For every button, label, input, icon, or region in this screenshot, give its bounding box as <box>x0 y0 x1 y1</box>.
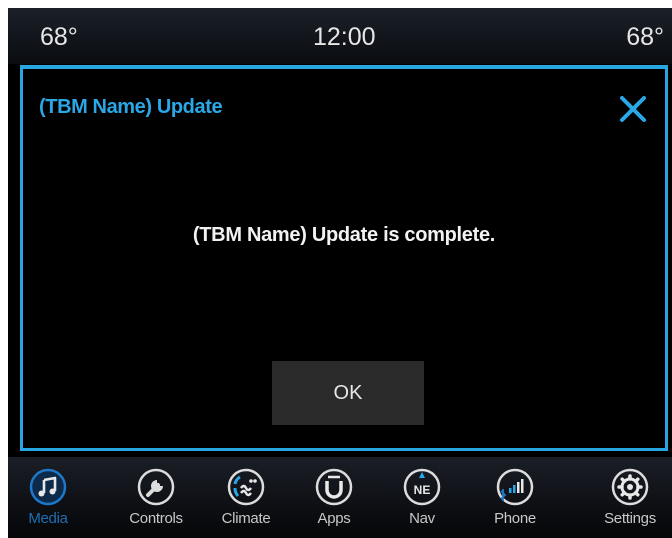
uconnect-icon <box>315 468 353 506</box>
music-note-icon <box>29 468 67 506</box>
nav-item-climate[interactable]: Climate <box>206 467 286 527</box>
driver-temperature[interactable]: 68° <box>40 23 78 52</box>
update-dialog: (TBM Name) Update (TBM Name) Update is c… <box>20 65 668 451</box>
status-bar: 68° 12:00 68° <box>8 8 672 64</box>
clock: 12:00 <box>313 23 376 51</box>
climate-fan-icon <box>227 468 265 506</box>
nav-label-controls: Controls <box>129 510 183 527</box>
nav-label-media: Media <box>28 510 68 527</box>
passenger-temperature[interactable]: 68° <box>626 23 664 52</box>
svg-text:NE: NE <box>414 483 431 497</box>
gear-icon <box>611 468 649 506</box>
ok-button[interactable]: OK <box>272 361 424 425</box>
wrench-icon <box>137 468 175 506</box>
nav-item-controls[interactable]: Controls <box>116 467 196 527</box>
nav-item-apps[interactable]: Apps <box>294 467 374 527</box>
compass-ne-icon: NE <box>403 468 441 506</box>
nav-item-phone[interactable]: Phone <box>475 467 555 527</box>
nav-label-settings: Settings <box>604 510 656 527</box>
update-complete-message: (TBM Name) Update is complete. <box>192 224 496 246</box>
nav-label-apps: Apps <box>317 510 351 527</box>
nav-label-climate: Climate <box>221 510 271 527</box>
nav-item-settings[interactable]: Settings <box>590 467 670 527</box>
nav-item-media[interactable]: Media <box>8 467 88 527</box>
nav-label-phone: Phone <box>494 510 536 527</box>
dialog-title: (TBM Name) Update <box>39 96 223 118</box>
nav-label-nav: Nav <box>409 510 435 527</box>
phone-signal-icon <box>496 468 534 506</box>
close-icon[interactable] <box>613 89 653 129</box>
bottom-nav-bar: Media Controls Climate Apps NE Nav Phone… <box>8 457 672 538</box>
head-unit-screen: 68° 12:00 68° (TBM Name) Update (TBM Nam… <box>8 8 672 538</box>
nav-item-nav[interactable]: NE Nav <box>382 467 462 527</box>
